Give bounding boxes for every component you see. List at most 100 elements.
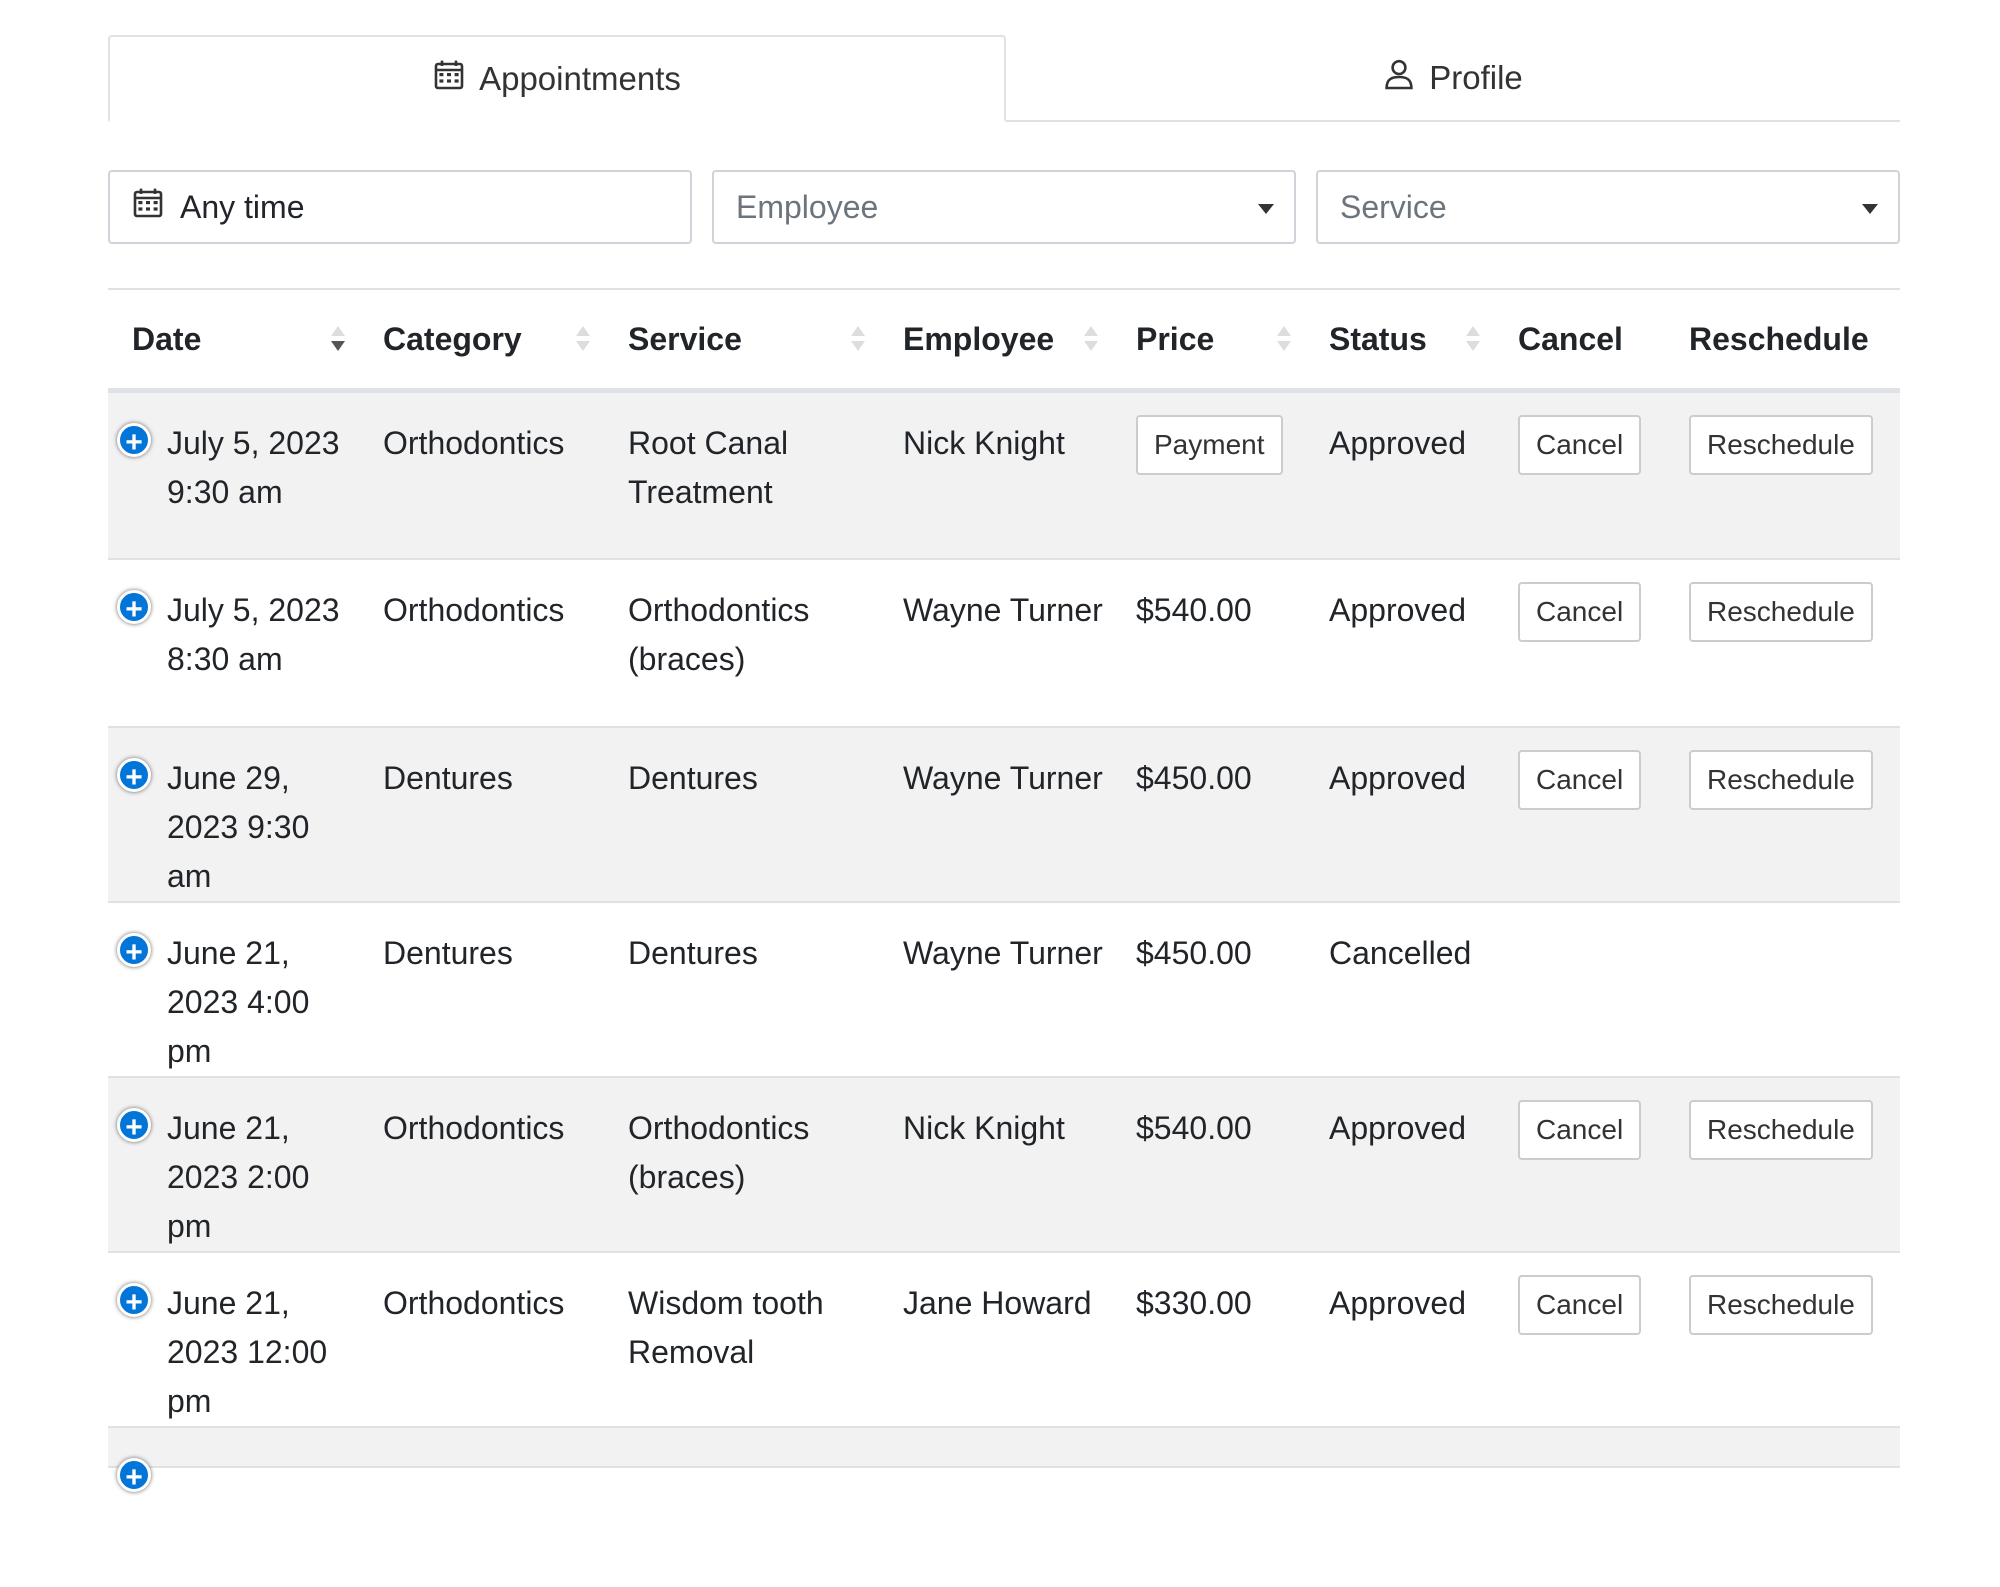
table-row: + July 5, 2023 9:30 am Orthodontics Root … (108, 390, 1900, 560)
column-header-employee[interactable]: Employee (879, 288, 1112, 393)
expand-row-icon[interactable]: + (117, 1457, 151, 1494)
cancel-button[interactable]: Cancel (1518, 749, 1642, 810)
employee-cell (879, 1426, 1112, 1468)
date-cell: + July 5, 2023 9:30 am (108, 390, 359, 560)
appointments-panel: Appointments Profile Any time Employee S… (108, 35, 1900, 1494)
filter-bar: Any time Employee Service (108, 170, 1900, 244)
date-cell: + (108, 1426, 359, 1494)
expand-row-icon[interactable]: + (117, 1107, 151, 1144)
price-cell: $540.00 (1112, 1076, 1305, 1253)
expand-row-icon[interactable]: + (117, 1282, 151, 1319)
cancel-cell: Cancel (1494, 726, 1665, 903)
tab-bar: Appointments Profile (108, 35, 1900, 122)
table-header-row: Date Category Service Employee Price Sta… (108, 288, 1900, 393)
expand-row-icon[interactable]: + (117, 932, 151, 969)
service-select-placeholder: Service (1340, 188, 1447, 225)
service-cell: Root Canal Treatment (604, 390, 879, 560)
calendar-icon (433, 59, 465, 99)
price-cell: $450.00 (1112, 901, 1305, 1078)
status-cell: Approved (1305, 1251, 1494, 1428)
expand-row-icon[interactable]: + (117, 589, 151, 626)
employee-cell: Wayne Turner (879, 558, 1112, 728)
reschedule-button[interactable]: Reschedule (1689, 581, 1873, 642)
column-header-status[interactable]: Status (1305, 288, 1494, 393)
column-header-category[interactable]: Category (359, 288, 604, 393)
table-row: + June 29, 2023 9:30 am Dentures Dentures… (108, 726, 1900, 903)
tab-profile-label: Profile (1429, 58, 1523, 96)
sort-icon (576, 326, 590, 356)
date-cell: + July 5, 2023 8:30 am (108, 558, 359, 728)
category-cell: Orthodontics (359, 1251, 604, 1428)
status-cell: Approved (1305, 1076, 1494, 1253)
reschedule-cell: Reschedule (1665, 558, 1900, 728)
expand-row-icon[interactable]: + (117, 423, 151, 459)
reschedule-cell: Reschedule (1665, 390, 1900, 560)
cancel-cell: Cancel (1494, 390, 1665, 560)
user-icon (1383, 58, 1415, 98)
reschedule-cell: Reschedule (1665, 1251, 1900, 1428)
appointments-table: Date Category Service Employee Price Sta… (108, 288, 1900, 1494)
date-value: July 5, 2023 8:30 am (167, 591, 340, 677)
date-range-value: Any time (180, 188, 305, 225)
category-cell: Dentures (359, 726, 604, 903)
column-header-reschedule: Reschedule (1665, 288, 1900, 393)
expand-row-icon[interactable]: + (117, 757, 151, 794)
cancel-button[interactable]: Cancel (1518, 415, 1642, 475)
tab-profile[interactable]: Profile (1006, 35, 1900, 120)
table-row: + June 21, 2023 12:00 pm Orthodontics Wis… (108, 1251, 1900, 1428)
reschedule-cell (1665, 901, 1900, 1078)
column-header-date[interactable]: Date (108, 288, 359, 393)
reschedule-cell (1665, 1426, 1900, 1468)
date-value: June 21, 2023 4:00 pm (167, 934, 310, 1069)
column-header-label: Cancel (1518, 320, 1623, 357)
date-cell: + June 21, 2023 12:00 pm (108, 1251, 359, 1428)
payment-button[interactable]: Payment (1136, 415, 1283, 475)
reschedule-button[interactable]: Reschedule (1689, 1274, 1873, 1335)
price-cell: $330.00 (1112, 1251, 1305, 1428)
employee-select[interactable]: Employee (712, 170, 1296, 244)
cancel-button[interactable]: Cancel (1518, 1099, 1642, 1160)
category-cell: Orthodontics (359, 558, 604, 728)
tab-appointments[interactable]: Appointments (108, 35, 1006, 122)
table-row: + June 21, 2023 4:00 pm Dentures Dentures… (108, 901, 1900, 1078)
cancel-cell (1494, 901, 1665, 1078)
caret-down-icon (1862, 204, 1878, 214)
sort-desc-icon (331, 326, 345, 356)
service-select[interactable]: Service (1316, 170, 1900, 244)
sort-icon (1466, 326, 1480, 356)
column-header-price[interactable]: Price (1112, 288, 1305, 393)
sort-icon (851, 326, 865, 356)
cancel-button[interactable]: Cancel (1518, 1274, 1642, 1335)
cancel-cell: Cancel (1494, 1251, 1665, 1428)
status-cell: Cancelled (1305, 901, 1494, 1078)
price-cell (1112, 1426, 1305, 1468)
category-cell (359, 1426, 604, 1468)
date-range-picker[interactable]: Any time (108, 170, 692, 244)
cancel-button[interactable]: Cancel (1518, 581, 1642, 642)
reschedule-button[interactable]: Reschedule (1689, 1099, 1873, 1160)
category-cell: Orthodontics (359, 390, 604, 560)
date-value: June 21, 2023 2:00 pm (167, 1109, 310, 1244)
table-row: + July 5, 2023 8:30 am Orthodontics Ortho… (108, 558, 1900, 728)
reschedule-button[interactable]: Reschedule (1689, 415, 1873, 475)
date-cell: + June 21, 2023 4:00 pm (108, 901, 359, 1078)
employee-select-placeholder: Employee (736, 188, 879, 225)
price-cell: $540.00 (1112, 558, 1305, 728)
employee-cell: Nick Knight (879, 1076, 1112, 1253)
column-header-service[interactable]: Service (604, 288, 879, 393)
service-cell: Orthodontics (braces) (604, 1076, 879, 1253)
employee-cell: Wayne Turner (879, 901, 1112, 1078)
reschedule-button[interactable]: Reschedule (1689, 749, 1873, 810)
employee-cell: Wayne Turner (879, 726, 1112, 903)
calendar-icon (132, 187, 164, 227)
date-value: June 29, 2023 9:30 am (167, 759, 310, 894)
service-cell: Wisdom tooth Removal (604, 1251, 879, 1428)
tab-appointments-label: Appointments (479, 59, 681, 97)
table-row: + June 21, 2023 2:00 pm Orthodontics Orth… (108, 1076, 1900, 1253)
column-header-label: Price (1136, 320, 1215, 357)
date-cell: + June 29, 2023 9:30 am (108, 726, 359, 903)
date-cell: + June 21, 2023 2:00 pm (108, 1076, 359, 1253)
cancel-cell: Cancel (1494, 1076, 1665, 1253)
category-cell: Dentures (359, 901, 604, 1078)
reschedule-cell: Reschedule (1665, 726, 1900, 903)
